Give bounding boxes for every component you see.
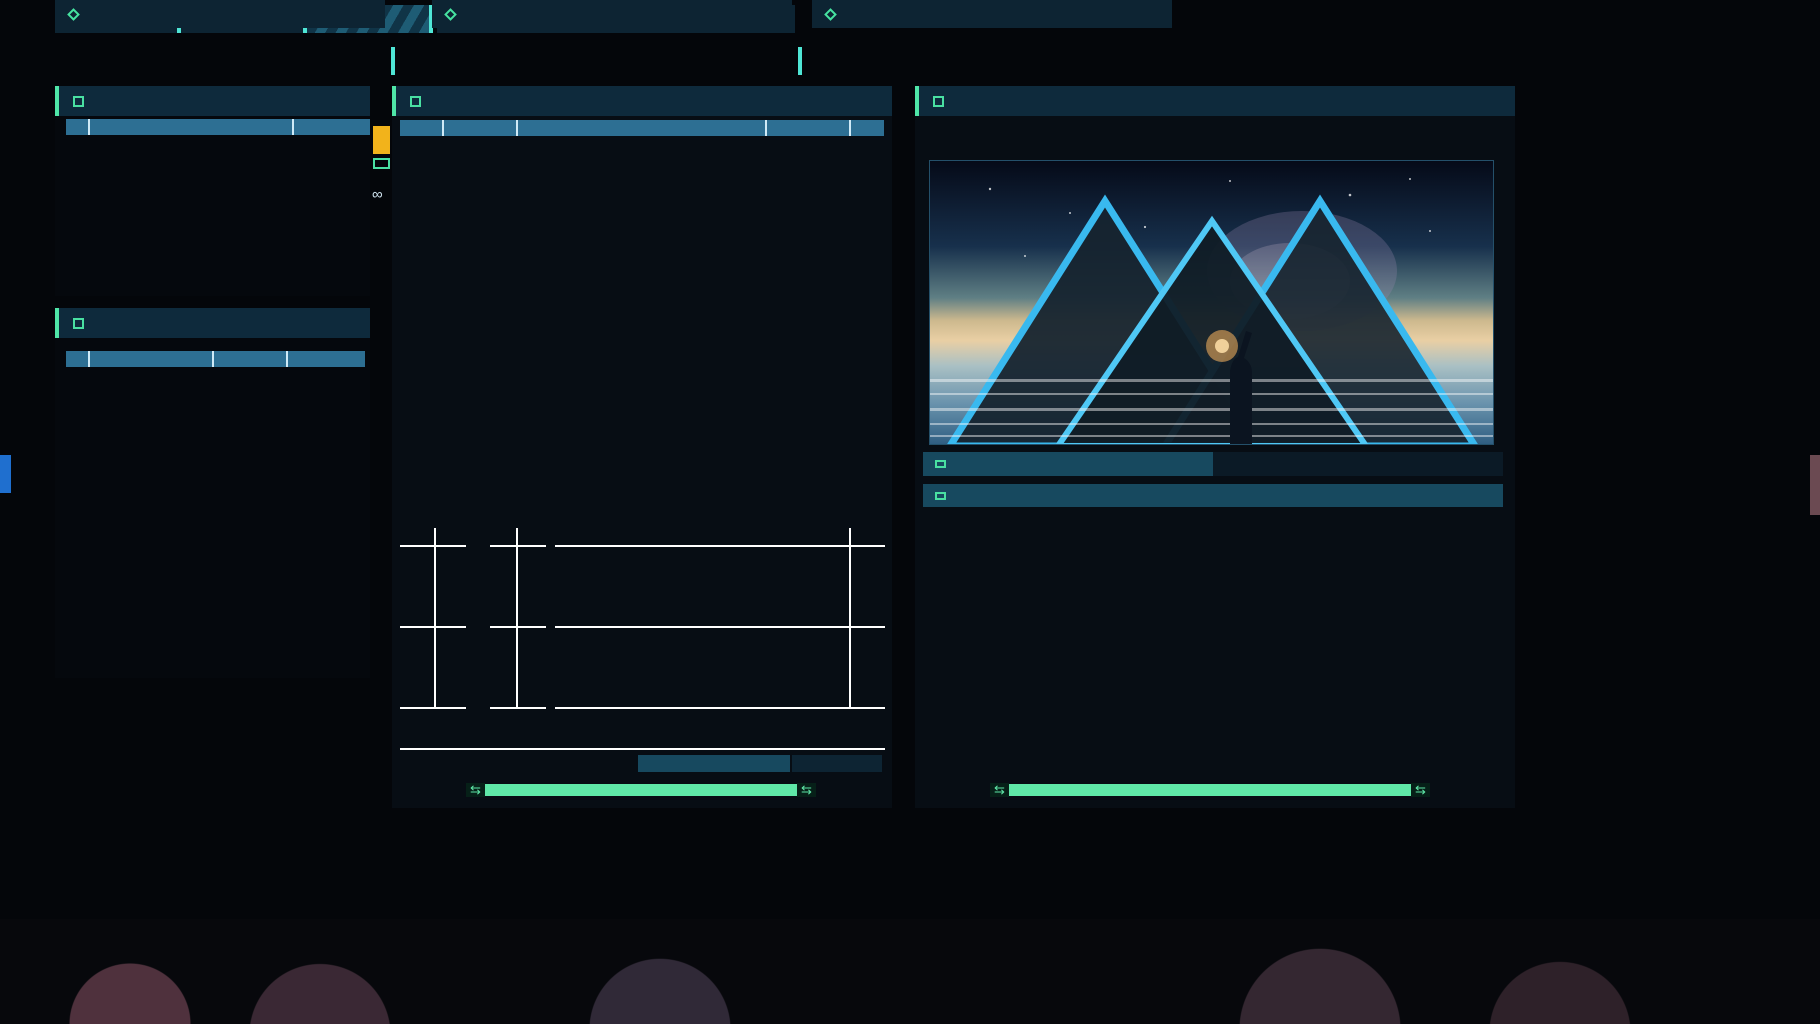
grid-line — [555, 707, 885, 709]
project-status-bar — [923, 452, 1503, 476]
nav-procurement[interactable] — [432, 0, 792, 28]
db-col-progress — [765, 120, 849, 136]
diamond-icon — [67, 7, 80, 21]
cluster-col-cluster — [88, 119, 292, 135]
panel-marker-icon — [73, 317, 84, 329]
scroll-right-cap[interactable]: ⇆ — [1411, 782, 1430, 797]
database-table-header — [400, 120, 884, 136]
scroll-track[interactable] — [1009, 784, 1411, 796]
grid-line — [400, 626, 466, 628]
cluster-table-header — [66, 119, 370, 135]
grid-line — [490, 707, 546, 709]
mini-warning-tile[interactable] — [373, 126, 390, 154]
database-scrollbar[interactable]: ⇆ ⇆ — [466, 782, 816, 797]
grid-line — [849, 528, 851, 708]
background-bleed — [0, 919, 1820, 1024]
mini-outline-tile[interactable] — [373, 158, 390, 169]
cluster-header-spacer — [66, 119, 88, 135]
details-scrollbar[interactable]: ⇆ ⇆ — [990, 782, 1430, 797]
grid-line — [555, 626, 885, 628]
details-project-title — [923, 131, 1503, 155]
grid-line — [555, 545, 885, 547]
panel-marker-icon — [73, 95, 84, 107]
project-status-label — [923, 452, 1213, 476]
grid-line — [490, 545, 546, 547]
diamond-icon — [444, 7, 457, 21]
db-col-id — [849, 120, 884, 136]
panel-marker-icon — [410, 95, 421, 107]
cluster-panel-bg — [55, 86, 370, 296]
panel-marker-icon — [933, 95, 944, 107]
project-status-value — [1213, 452, 1418, 476]
background-info-header — [923, 484, 1503, 507]
activity-header-spacer — [66, 351, 88, 367]
activity-table-header — [66, 351, 365, 367]
accent-bar — [392, 86, 396, 116]
cluster-col-number — [292, 119, 370, 135]
bginfo-marker-icon — [935, 491, 946, 500]
grid-line — [490, 626, 546, 628]
activity-col-efficiency — [286, 351, 365, 367]
cluster-showing-label — [638, 755, 790, 772]
accent-bar — [55, 308, 59, 338]
activity-col-target — [88, 351, 212, 367]
activity-col-available — [212, 351, 286, 367]
accent-bar — [55, 86, 59, 116]
details-panel-header — [915, 86, 1515, 116]
holy-place-illustration — [930, 161, 1493, 444]
db-col-target — [442, 120, 516, 136]
diamond-icon — [824, 7, 837, 21]
ok-button[interactable] — [792, 755, 882, 772]
app-root: ∞ ⇆ ⇆ ⇆ ⇆ — [0, 0, 1820, 1024]
nav-station-overview[interactable] — [55, 0, 385, 28]
db-col-act — [400, 120, 442, 136]
database-panel-header — [392, 86, 892, 116]
scroll-left-cap[interactable]: ⇆ — [990, 782, 1009, 797]
db-col-synopsis — [516, 120, 765, 136]
project-hero-image — [929, 160, 1494, 445]
database-panel-bg — [392, 86, 892, 808]
right-edge-accent — [1810, 455, 1820, 515]
nav-divider-1 — [391, 47, 395, 75]
grid-line — [400, 707, 466, 709]
grid-line — [434, 528, 436, 708]
activity-panel-header — [55, 308, 370, 338]
infinity-label: ∞ — [372, 186, 383, 203]
grid-line — [400, 545, 466, 547]
scroll-track[interactable] — [485, 784, 797, 796]
status-marker-icon — [935, 460, 946, 468]
scroll-left-cap[interactable]: ⇆ — [466, 782, 485, 797]
accent-bar — [915, 86, 919, 116]
cluster-panel-header — [55, 86, 370, 116]
scroll-right-cap[interactable]: ⇆ — [797, 782, 816, 797]
left-edge-accent — [0, 455, 11, 493]
project-status-count — [1418, 452, 1503, 476]
database-footer-line — [400, 748, 885, 750]
nav-line-of-command[interactable] — [812, 0, 1172, 28]
nav-divider-2 — [798, 47, 802, 75]
grid-line — [516, 528, 518, 708]
